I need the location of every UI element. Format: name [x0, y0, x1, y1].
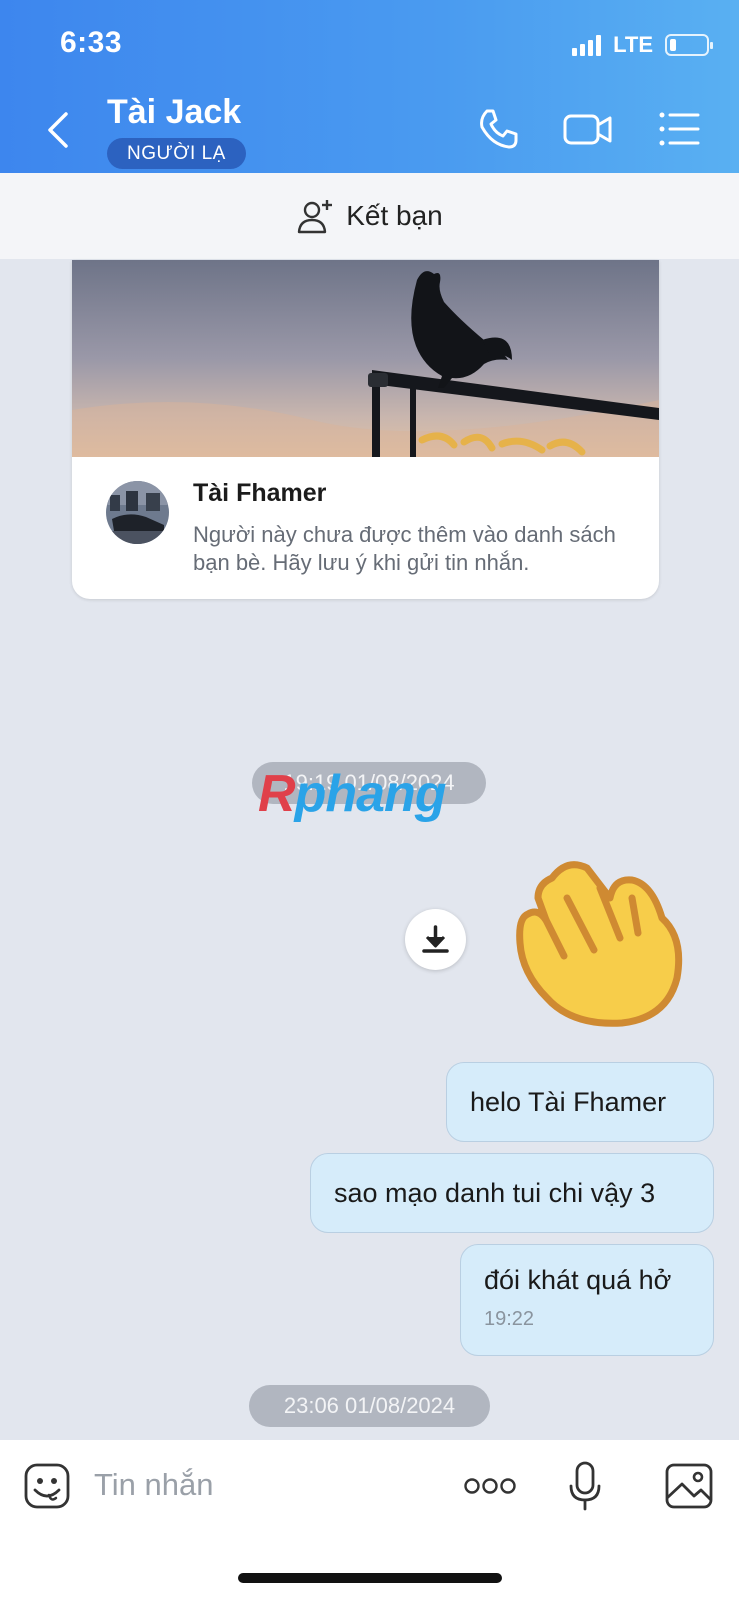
- message-text: helo Tài Fhamer: [470, 1087, 667, 1117]
- watermark-part: phang: [294, 765, 447, 823]
- signal-icon: [572, 34, 602, 56]
- watermark-part: R: [258, 765, 296, 823]
- message-time: 19:22: [484, 1308, 535, 1330]
- add-friend-button[interactable]: Kết bạn: [0, 173, 739, 259]
- profile-card[interactable]: Tài Fhamer Người này chưa được thêm vào …: [72, 260, 659, 599]
- network-type: LTE: [613, 32, 653, 57]
- add-person-icon: [298, 200, 333, 234]
- emoji-icon[interactable]: [23, 1462, 71, 1510]
- stranger-warning: Người này chưa được thêm vào danh sách b…: [193, 522, 616, 575]
- battery-icon: [665, 34, 713, 56]
- message-text: đói khát quá hở: [484, 1265, 672, 1295]
- microphone-icon[interactable]: [567, 1460, 603, 1512]
- more-icon[interactable]: [463, 1476, 517, 1496]
- contact-name[interactable]: Tài Jack: [107, 93, 241, 132]
- phone-icon[interactable]: [474, 105, 522, 153]
- chat-header: 6:33 LTE Tài Jack NGƯỜI LẠ: [0, 0, 739, 173]
- home-indicator: [238, 1573, 502, 1583]
- timestamp-pill: 23:06 01/08/2024: [249, 1385, 490, 1427]
- waving-hand-sticker[interactable]: [512, 858, 690, 1028]
- video-call-icon[interactable]: [562, 105, 614, 153]
- image-icon[interactable]: [664, 1462, 714, 1510]
- message-bubble[interactable]: đói khát quá hở 19:22: [460, 1244, 714, 1356]
- cover-photo: [72, 260, 659, 457]
- avatar[interactable]: [106, 481, 169, 544]
- message-bubble[interactable]: helo Tài Fhamer: [446, 1062, 714, 1142]
- watermark-logo: Rphang: [258, 764, 447, 824]
- status-indicators: LTE: [572, 32, 713, 58]
- message-text: sao mạo danh tui chi vậy 3: [334, 1178, 656, 1208]
- download-icon: [422, 925, 449, 953]
- add-friend-label: Kết bạn: [346, 200, 443, 231]
- download-button[interactable]: [405, 909, 466, 970]
- status-time: 6:33: [60, 26, 123, 59]
- back-icon[interactable]: [40, 108, 80, 152]
- stranger-badge: NGƯỜI LẠ: [107, 138, 246, 169]
- message-bubble[interactable]: sao mạo danh tui chi vậy 3: [310, 1153, 714, 1233]
- profile-name: Tài Fhamer: [193, 479, 327, 507]
- message-input[interactable]: Tin nhắn: [94, 1467, 214, 1503]
- menu-list-icon[interactable]: [656, 105, 704, 153]
